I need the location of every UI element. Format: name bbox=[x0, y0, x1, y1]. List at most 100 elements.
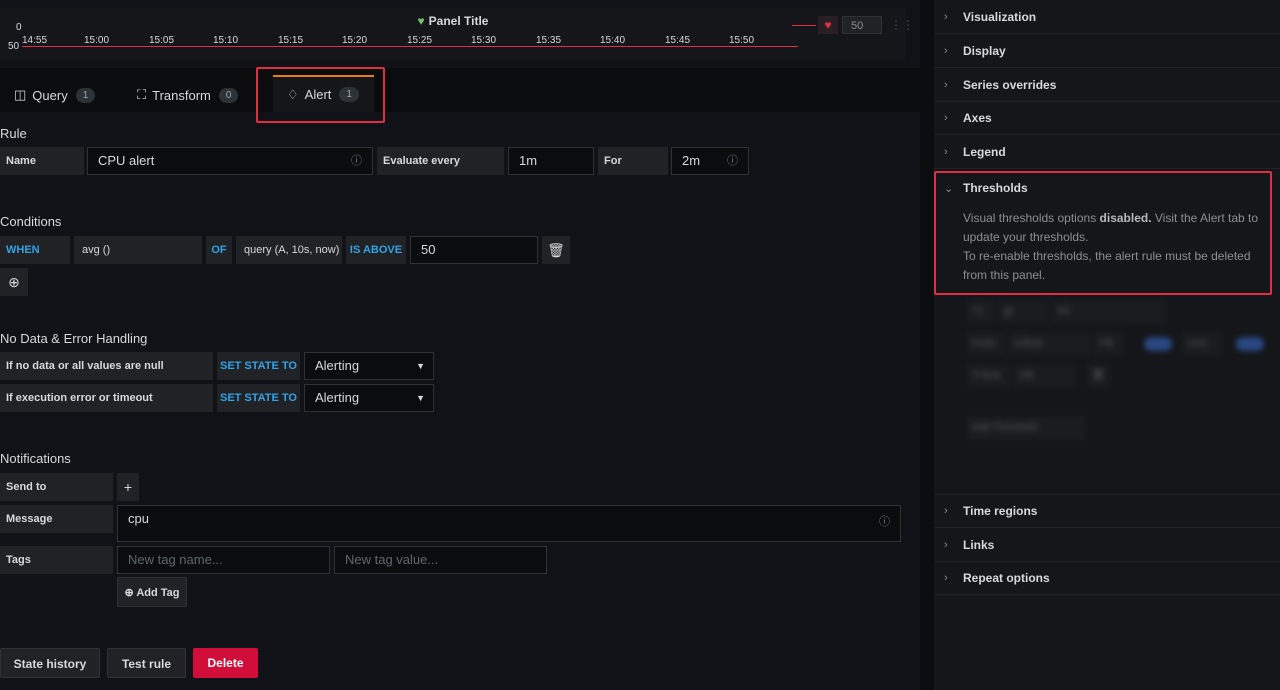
drag-handle-icon[interactable]: ⋮⋮ bbox=[890, 16, 914, 34]
delete-button[interactable]: Delete bbox=[193, 648, 258, 678]
placeholder: New tag name... bbox=[128, 552, 223, 567]
no-data-state-select[interactable]: Alerting ▼ bbox=[304, 352, 434, 380]
options-time-regions[interactable]: › Time regions bbox=[934, 494, 1280, 528]
caret-down-icon: ▼ bbox=[416, 361, 425, 371]
option-title: Time regions bbox=[963, 504, 1038, 518]
message-value: cpu bbox=[128, 511, 149, 526]
caret-down-icon: ▼ bbox=[416, 393, 425, 403]
exec-error-state-select[interactable]: Alerting ▼ bbox=[304, 384, 434, 412]
threshold-id: T1 bbox=[966, 300, 994, 324]
for-input[interactable]: 2m ⓘ bbox=[671, 147, 749, 175]
threshold-op-select: gt bbox=[998, 300, 1048, 324]
add-tag-button[interactable]: ⊕ Add Tag bbox=[117, 577, 187, 607]
threshold-value: 50 bbox=[1052, 300, 1166, 324]
legend-series-line bbox=[792, 25, 816, 26]
chevron-right-icon: › bbox=[944, 10, 948, 23]
options-display[interactable]: › Display bbox=[934, 34, 1280, 68]
panel-title[interactable]: ♥ Panel Title bbox=[0, 14, 906, 28]
trash-icon[interactable]: 🗑 bbox=[542, 236, 570, 264]
database-icon: ◫ bbox=[14, 87, 27, 102]
chevron-right-icon: › bbox=[944, 145, 948, 158]
info-icon[interactable]: ⓘ bbox=[351, 148, 362, 174]
line-label: Line bbox=[1182, 332, 1222, 356]
trash-icon: 🗑 bbox=[1086, 364, 1110, 388]
chevron-right-icon: › bbox=[944, 571, 948, 584]
option-title: Axes bbox=[963, 110, 992, 125]
x-tick: 15:00 bbox=[84, 35, 110, 46]
rule-name-input[interactable]: CPU alert ⓘ bbox=[87, 147, 373, 175]
plus-icon[interactable]: + bbox=[117, 473, 139, 501]
highlight-annotation bbox=[256, 67, 385, 123]
reducer-select[interactable]: avg () bbox=[74, 236, 202, 264]
section-title-nodata: No Data & Error Handling bbox=[0, 331, 148, 346]
threshold-line bbox=[22, 46, 798, 47]
y-axis-select: left bbox=[1014, 364, 1076, 388]
options-pane: › Visualization › Display › Series override… bbox=[934, 0, 1280, 690]
state-history-button[interactable]: State history bbox=[0, 648, 100, 678]
y-axis-label: Y-Axis bbox=[966, 364, 1010, 388]
tag-value-input[interactable]: New tag value... bbox=[334, 546, 547, 574]
tag-name-input[interactable]: New tag name... bbox=[117, 546, 330, 574]
x-tick: 15:25 bbox=[407, 35, 433, 46]
test-rule-button[interactable]: Test rule bbox=[107, 648, 186, 678]
legend-value: 50 bbox=[842, 16, 882, 34]
section-title-notifications: Notifications bbox=[0, 451, 71, 466]
evaluator-select[interactable]: IS ABOVE bbox=[346, 236, 406, 264]
color-select: critical bbox=[1008, 332, 1090, 356]
graph-legend: ♥ 50 ⋮⋮ bbox=[792, 14, 914, 36]
placeholder: New tag value... bbox=[345, 552, 439, 567]
x-tick: 15:30 bbox=[471, 35, 497, 46]
x-tick: 15:50 bbox=[729, 35, 755, 46]
tags-label: Tags bbox=[0, 546, 113, 574]
section-title-rule: Rule bbox=[0, 126, 27, 141]
of-keyword: OF bbox=[206, 236, 232, 264]
options-visualization[interactable]: › Visualization bbox=[934, 0, 1280, 34]
section-title-conditions: Conditions bbox=[0, 214, 62, 229]
add-threshold-button: Add Threshold bbox=[966, 416, 1086, 440]
line-toggle bbox=[1236, 337, 1264, 351]
graph-preview: ♥ Panel Title 0 50 14:55 15:00 15:05 15:1… bbox=[0, 8, 914, 60]
options-legend[interactable]: › Legend bbox=[934, 135, 1280, 169]
evaluate-every-input[interactable]: 1m bbox=[508, 147, 594, 175]
option-title: Display bbox=[963, 43, 1006, 58]
y-axis-label-bottom: 50 bbox=[8, 41, 20, 52]
options-axes[interactable]: › Axes bbox=[934, 101, 1280, 135]
broken-heart-icon[interactable]: ♥ bbox=[818, 16, 838, 34]
select-value: Alerting bbox=[315, 390, 360, 405]
threshold-input[interactable]: 50 bbox=[410, 236, 538, 264]
select-value: Alerting bbox=[315, 358, 360, 373]
add-condition-icon[interactable]: ⊕ bbox=[0, 268, 28, 296]
tab-count-badge: 1 bbox=[75, 87, 96, 103]
tab-query[interactable]: ◫ Query 1 bbox=[14, 78, 96, 112]
fill-toggle bbox=[1144, 337, 1172, 351]
chevron-right-icon: › bbox=[944, 111, 948, 124]
panel-editor: ♥ Panel Title 0 50 14:55 15:00 15:05 15:1… bbox=[0, 0, 1280, 690]
options-repeat[interactable]: › Repeat options bbox=[934, 561, 1280, 595]
tab-transform[interactable]: ⛶ Transform 0 bbox=[137, 78, 239, 112]
for-value: 2m bbox=[682, 153, 701, 168]
exec-error-label: If execution error or timeout bbox=[0, 384, 213, 412]
info-icon[interactable]: ⓘ bbox=[879, 509, 890, 535]
tab-label: Query bbox=[32, 87, 68, 103]
for-label: For bbox=[598, 147, 668, 175]
info-icon[interactable]: ⓘ bbox=[727, 148, 738, 174]
message-textarea[interactable]: cpu ⓘ bbox=[117, 505, 901, 542]
rule-name-value: CPU alert bbox=[98, 153, 155, 168]
x-tick: 15:40 bbox=[600, 35, 626, 46]
options-series-overrides[interactable]: › Series overrides bbox=[934, 68, 1280, 102]
x-tick: 15:20 bbox=[342, 35, 368, 46]
option-title: Series overrides bbox=[963, 77, 1057, 92]
query-select[interactable]: query (A, 10s, now) bbox=[236, 236, 342, 264]
chevron-right-icon: › bbox=[944, 44, 948, 57]
x-tick: 15:15 bbox=[278, 35, 304, 46]
pane-divider[interactable] bbox=[920, 0, 934, 690]
add-circle-icon: ⊕ bbox=[124, 587, 134, 599]
options-links[interactable]: › Links bbox=[934, 528, 1280, 562]
tab-label: Transform bbox=[152, 87, 211, 103]
editor-tabs: ◫ Query 1 ⛶ Transform 0 ♢ Alert 1 bbox=[0, 68, 920, 112]
name-label: Name bbox=[0, 147, 84, 175]
highlight-annotation bbox=[934, 171, 1272, 295]
option-title: Links bbox=[963, 537, 995, 552]
set-state-keyword: SET STATE TO bbox=[217, 352, 300, 380]
x-tick: 15:45 bbox=[665, 35, 691, 46]
